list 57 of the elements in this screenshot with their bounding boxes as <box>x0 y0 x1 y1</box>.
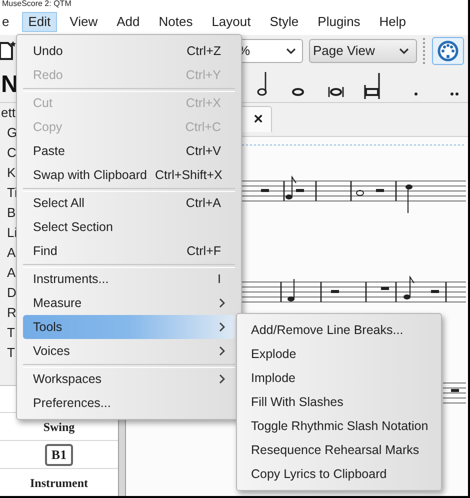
window-title: MuseScore 2: QTM <box>2 0 72 8</box>
palette-title: ett <box>1 104 16 122</box>
menu-bar-item[interactable]: Add <box>110 12 146 32</box>
view-mode-value: Page View <box>313 42 375 60</box>
menu-item[interactable]: Resequence Rehearsal Marks <box>237 438 441 462</box>
palette-text-item[interactable]: Instrument <box>30 474 88 492</box>
chevron-right-icon <box>219 374 225 384</box>
new-score-icon[interactable] <box>0 41 16 61</box>
shortcut-label: Ctrl+V <box>186 142 221 160</box>
menu-item-label[interactable]: Find <box>33 242 58 260</box>
menu-item[interactable]: Add/Remove Line Breaks... <box>237 318 441 342</box>
menu-bar-item[interactable]: Help <box>373 12 412 32</box>
menu-item-label[interactable]: Paste <box>33 142 65 160</box>
menu-item[interactable]: Tools <box>23 315 235 339</box>
shortcut-label: Ctrl+X <box>186 94 221 112</box>
menu-item-label[interactable]: Select All <box>33 194 84 212</box>
chevron-down-icon <box>399 48 409 54</box>
shortcut-label: Ctrl+F <box>186 242 221 260</box>
view-mode-dropdown[interactable]: Page View <box>309 39 417 63</box>
shortcut-label: Ctrl+Y <box>186 66 221 84</box>
menu-item-label: Redo <box>33 66 63 84</box>
shortcut-label: Ctrl+A <box>186 194 221 212</box>
chevron-right-icon <box>219 298 225 308</box>
menu-item[interactable]: Workspaces <box>23 367 235 391</box>
menu-bar-item[interactable]: Edit <box>22 12 57 32</box>
menu-item[interactable]: Voices <box>23 339 235 363</box>
menu-item-label[interactable]: Swap with Clipboard <box>33 166 147 184</box>
menu-item-label[interactable]: Preferences... <box>33 394 111 412</box>
shortcut-label: Ctrl+C <box>185 118 221 136</box>
chevron-down-icon <box>286 48 296 54</box>
menu-item-label[interactable]: Instruments... <box>33 270 109 288</box>
shortcut-label: Ctrl+Shift+X <box>154 166 222 184</box>
rehearsal-mark-item[interactable]: B1 <box>45 444 73 466</box>
menu-bar-item[interactable]: Notes <box>152 12 199 32</box>
shortcut-label: Ctrl+Z <box>186 42 221 60</box>
menu-item-label[interactable]: Undo <box>33 42 63 60</box>
menu-item[interactable]: Toggle Rhythmic Slash Notation <box>237 414 441 438</box>
chevron-right-icon <box>219 346 225 356</box>
shortcut-label: I <box>218 270 221 288</box>
chevron-right-icon <box>219 322 225 332</box>
midi-connector-icon <box>437 40 459 62</box>
menu-item[interactable]: Measure <box>23 291 235 315</box>
menu-bar-item[interactable]: e <box>0 12 16 32</box>
menu-bar-item[interactable]: Plugins <box>312 12 366 32</box>
menu-bar-item[interactable]: Layout <box>206 12 257 32</box>
palette-text-item[interactable]: Swing <box>43 418 75 436</box>
menu-item-label: Copy <box>33 118 62 136</box>
menu-item-label[interactable]: Select Section <box>33 218 113 236</box>
menu-item[interactable]: Copy Lyrics to Clipboard <box>237 462 441 486</box>
midi-input-button[interactable] <box>432 37 464 65</box>
menu-bar-item[interactable]: Style <box>264 12 305 32</box>
close-icon[interactable]: × <box>254 112 263 128</box>
menu-bar-item[interactable]: View <box>64 12 104 32</box>
menu-item[interactable]: Fill With Slashes <box>237 390 441 414</box>
menu-item[interactable]: Implode <box>237 366 441 390</box>
menu-item[interactable]: Explode <box>237 342 441 366</box>
menu-item-label: Cut <box>33 94 52 112</box>
